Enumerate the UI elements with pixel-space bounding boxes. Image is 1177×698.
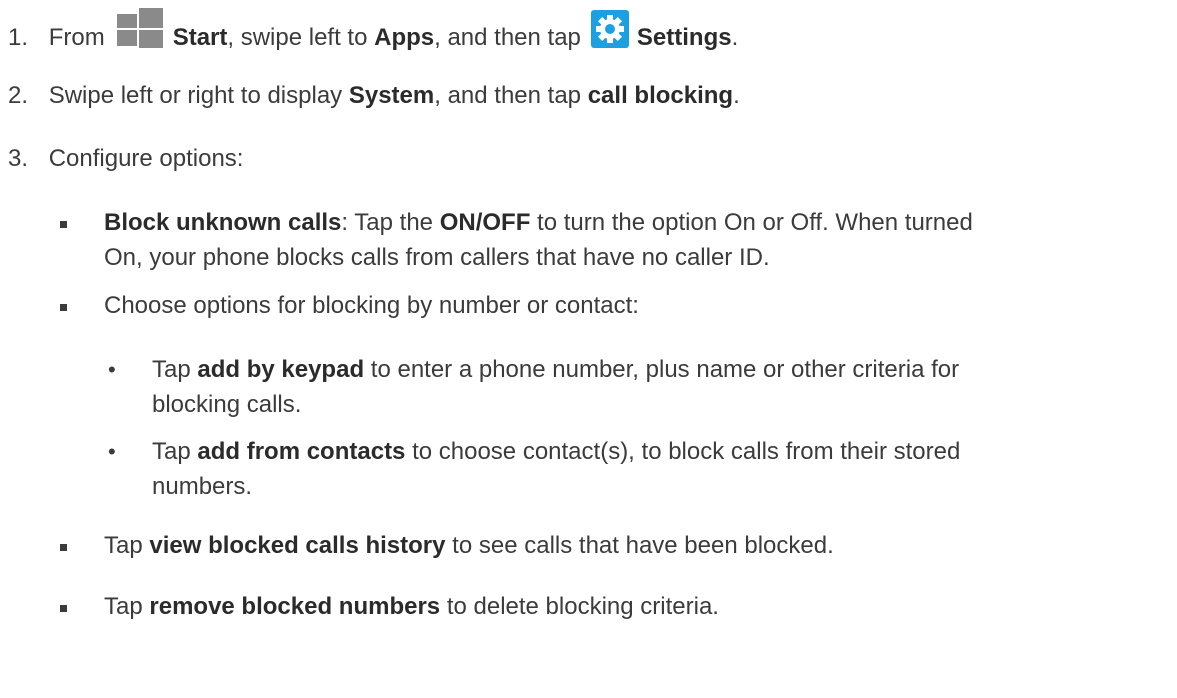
step-text: , swipe left to: [227, 24, 368, 51]
start-label: Start: [172, 24, 228, 51]
round-bullet: •: [108, 357, 116, 382]
option-text: On, your phone blocks calls from callers…: [104, 244, 770, 271]
step-number: 2.: [8, 82, 29, 109]
option-choose: Choose options for blocking by number or…: [104, 288, 639, 323]
step-3: 3. Configure options:: [8, 141, 243, 176]
add-by-keypad-label: add by keypad: [197, 356, 365, 383]
step-2: 2. Swipe left or right to display System…: [8, 78, 740, 113]
option-text: to delete blocking criteria.: [446, 593, 719, 620]
settings-label: Settings: [636, 24, 732, 51]
remove-blocked-label: remove blocked numbers: [149, 593, 441, 620]
step-number: 3.: [8, 145, 29, 172]
instruction-page: 1. From Start, swipe left to Apps, and t…: [0, 0, 1177, 698]
step-text: Configure options:: [48, 145, 244, 172]
square-bullet: [60, 544, 67, 551]
option-title: Block unknown calls: [104, 209, 342, 236]
option-block-unknown: Block unknown calls: Tap the ON/OFF to t…: [104, 205, 973, 275]
suboption-keypad: Tap add by keypad to enter a phone numbe…: [152, 352, 959, 422]
option-text: : Tap the: [341, 209, 434, 236]
option-text: to enter a phone number, plus name or ot…: [370, 356, 960, 383]
square-bullet: [60, 221, 67, 228]
option-text: Tap: [104, 593, 143, 620]
step-text: .: [733, 82, 740, 109]
step-text: , and then tap: [434, 82, 582, 109]
onoff-label: ON/OFF: [439, 209, 531, 236]
step-text: , and then tap: [434, 24, 581, 51]
windows-start-icon: [113, 8, 165, 48]
option-text: Choose options for blocking by number or…: [104, 292, 639, 319]
square-bullet: [60, 605, 67, 612]
option-history: Tap view blocked calls history to see ca…: [104, 528, 834, 563]
apps-label: Apps: [374, 24, 435, 51]
square-bullet: [60, 304, 67, 311]
option-text: blocking calls.: [152, 391, 302, 418]
step-number: 1.: [8, 24, 29, 51]
step-text: From: [48, 24, 105, 51]
round-bullet: •: [108, 439, 116, 464]
add-from-contacts-label: add from contacts: [197, 438, 406, 465]
step-text: .: [731, 24, 739, 51]
option-text: numbers.: [152, 473, 253, 500]
call-blocking-label: call blocking: [587, 82, 734, 109]
option-text: Tap: [152, 438, 191, 465]
option-remove: Tap remove blocked numbers to delete blo…: [104, 589, 719, 624]
option-text: Tap: [104, 532, 143, 559]
view-history-label: view blocked calls history: [149, 532, 446, 559]
option-text: to turn the option On or Off. When turne…: [537, 209, 973, 236]
step-1: 1. From Start, swipe left to Apps, and t…: [8, 8, 738, 55]
step-text: Swipe left or right to display: [48, 82, 343, 109]
option-text: Tap: [152, 356, 191, 383]
option-text: to choose contact(s), to block calls fro…: [412, 438, 961, 465]
suboption-contacts: Tap add from contacts to choose contact(…: [152, 434, 960, 504]
system-label: System: [348, 82, 435, 109]
option-text: to see calls that have been blocked.: [452, 532, 834, 559]
settings-gear-icon: [590, 10, 629, 48]
